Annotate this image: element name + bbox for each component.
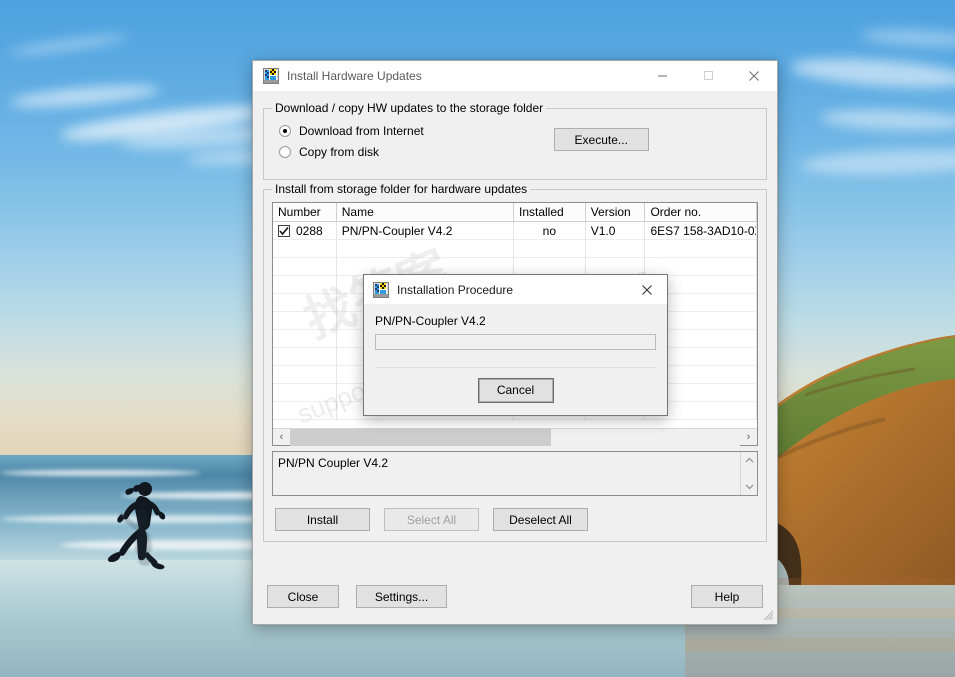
install-actions: Install Select All Deselect All <box>272 508 758 531</box>
modal-close-icon[interactable] <box>627 275 667 304</box>
cell-number[interactable]: 0288 <box>273 222 337 240</box>
row-checkbox-icon[interactable] <box>278 224 290 237</box>
download-group-title: Download / copy HW updates to the storag… <box>272 102 547 115</box>
radio-label-download-internet: Download from Internet <box>299 123 424 138</box>
cell-version: V1.0 <box>585 222 646 240</box>
cell-order-no: 6ES7 158-3AD10-0X <box>645 222 757 240</box>
scroll-left-arrow-icon[interactable]: ‹ <box>273 429 290 446</box>
scroll-down-arrow-icon[interactable] <box>741 478 757 495</box>
column-header-name[interactable]: Name <box>336 203 514 222</box>
table-horizontal-scrollbar[interactable]: ‹ › <box>273 428 757 446</box>
column-header-number[interactable]: Number <box>273 203 337 222</box>
download-group: Download / copy HW updates to the storag… <box>263 102 767 180</box>
scroll-right-arrow-icon[interactable]: › <box>740 429 757 446</box>
column-header-installed[interactable]: Installed <box>514 203 586 222</box>
deselect-all-button[interactable]: Deselect All <box>493 508 588 531</box>
column-header-version[interactable]: Version <box>585 203 646 222</box>
execute-button[interactable]: Execute... <box>553 128 649 151</box>
hscroll-track[interactable] <box>290 428 740 446</box>
radio-label-copy-disk: Copy from disk <box>299 144 380 159</box>
description-vertical-scrollbar[interactable] <box>740 452 757 495</box>
installation-progress-bar <box>375 334 656 350</box>
select-all-button: Select All <box>384 508 479 531</box>
description-text: PN/PN Coupler V4.2 <box>278 456 389 470</box>
minimize-button[interactable] <box>639 61 685 91</box>
hardware-update-icon <box>373 281 389 298</box>
radio-copy-from-disk[interactable]: Copy from disk <box>279 142 424 161</box>
cell-name: PN/PN-Coupler V4.2 <box>336 222 514 240</box>
modal-item-label: PN/PN-Coupler V4.2 <box>375 314 486 328</box>
installation-procedure-dialog: Installation Procedure PN/PN-Coupler V4.… <box>363 274 668 416</box>
maximize-button[interactable] <box>685 61 731 91</box>
help-button[interactable]: Help <box>691 585 763 608</box>
radio-icon-unselected <box>279 145 291 158</box>
wallpaper-runner-reflection <box>96 501 192 570</box>
close-button[interactable] <box>731 61 777 91</box>
cell-number-text: 0288 <box>296 223 323 238</box>
radio-icon-selected <box>279 124 291 137</box>
hardware-update-icon <box>263 67 279 84</box>
radio-download-from-internet[interactable]: Download from Internet <box>279 121 424 140</box>
modal-footer: Cancel <box>364 368 667 412</box>
table-header-row: Number Name Installed Version Order no. <box>273 203 757 222</box>
description-pane[interactable]: PN/PN Coupler V4.2 <box>272 451 758 496</box>
hscroll-thumb[interactable] <box>290 428 551 446</box>
window-controls <box>639 61 777 91</box>
desktop-wallpaper: Install Hardware Updates Download / copy… <box>0 0 955 677</box>
table-row[interactable]: 0288 PN/PN-Coupler V4.2 no V1.0 6ES7 158… <box>273 222 757 240</box>
close-button-footer[interactable]: Close <box>267 585 339 608</box>
cancel-button[interactable]: Cancel <box>477 377 554 403</box>
install-group-title: Install from storage folder for hardware… <box>272 183 531 196</box>
settings-button[interactable]: Settings... <box>356 585 447 608</box>
modal-titlebar[interactable]: Installation Procedure <box>364 275 667 304</box>
resize-grip-icon[interactable] <box>760 607 774 621</box>
window-title: Install Hardware Updates <box>287 68 422 83</box>
column-header-order-no[interactable]: Order no. <box>645 203 757 222</box>
modal-title: Installation Procedure <box>397 282 514 297</box>
modal-body: PN/PN-Coupler V4.2 <box>364 304 667 368</box>
table-empty-row <box>273 240 757 258</box>
scroll-up-arrow-icon[interactable] <box>741 452 757 469</box>
install-button[interactable]: Install <box>275 508 370 531</box>
cell-installed: no <box>514 222 586 240</box>
window-titlebar[interactable]: Install Hardware Updates <box>253 61 777 91</box>
window-footer: Close Settings... Help <box>253 568 777 624</box>
